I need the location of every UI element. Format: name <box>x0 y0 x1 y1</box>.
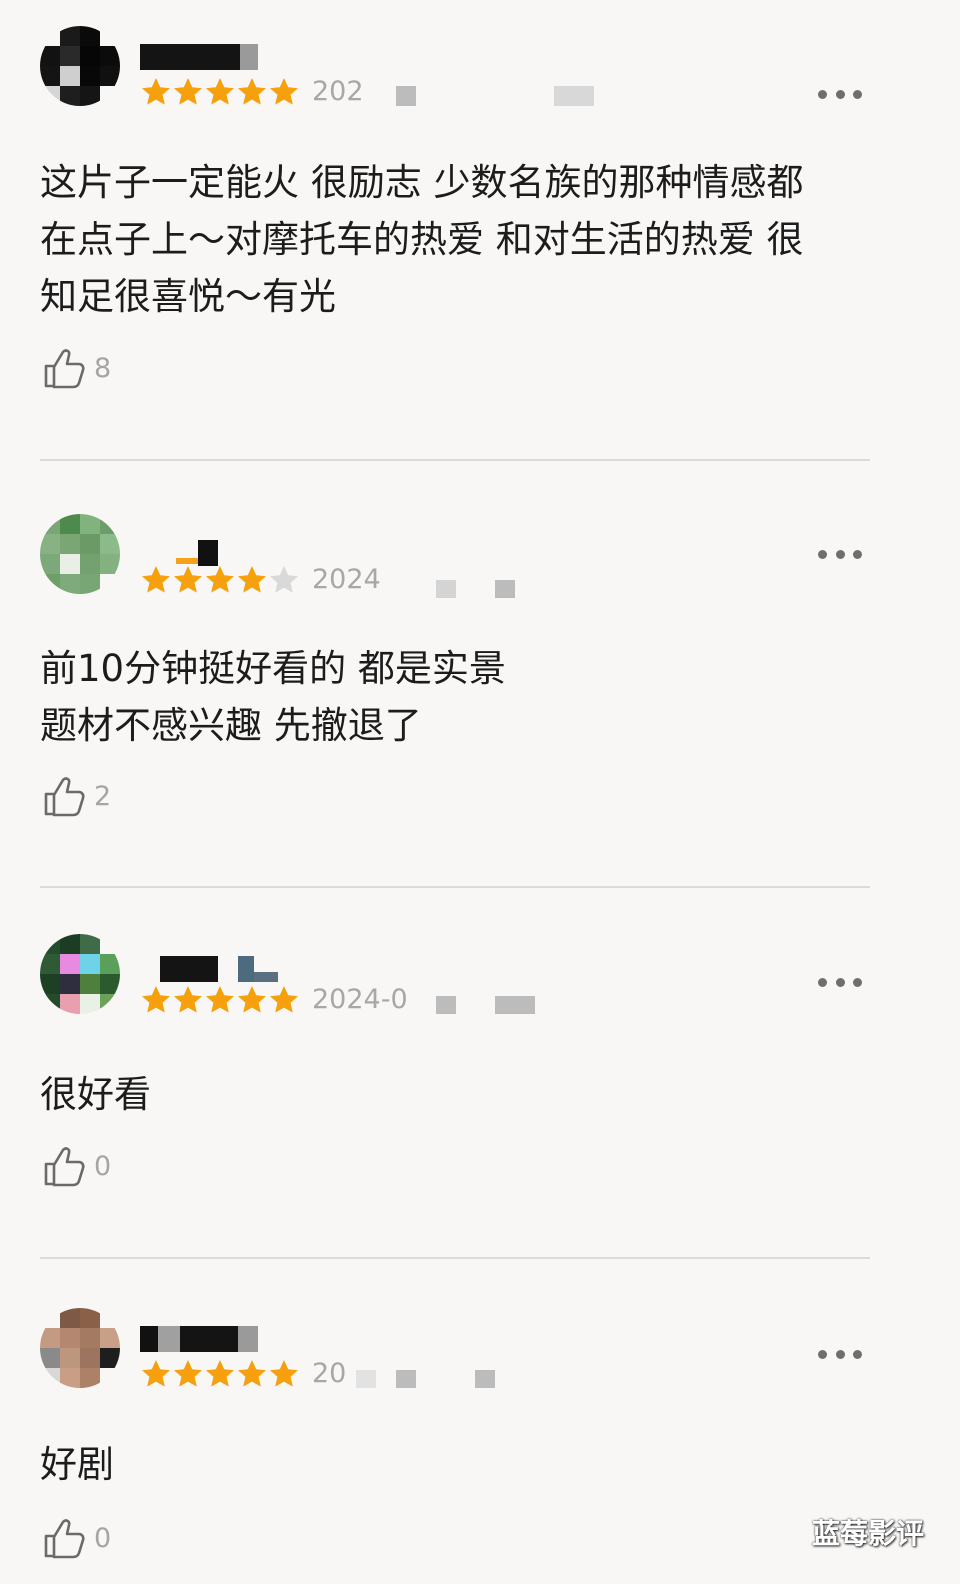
review-text: 很好看 <box>40 1073 151 1116</box>
more-dots-icon <box>853 89 862 99</box>
redacted-block <box>475 1370 495 1388</box>
star-rating <box>140 1356 300 1392</box>
redacted-block <box>396 1370 416 1388</box>
review-date: 20 <box>312 1358 347 1389</box>
like-button[interactable]: 8 <box>42 344 111 392</box>
star-icon <box>270 78 298 105</box>
review-text: 这片子一定能火 很励志 少数名族的那种情感都 在点子上～对摩托车的热爱 和对生活… <box>40 161 804 318</box>
avatar[interactable] <box>40 514 120 594</box>
more-options-button[interactable] <box>818 84 862 104</box>
star-icon <box>206 566 234 593</box>
more-dots-icon <box>853 549 862 559</box>
star-icon <box>142 986 170 1013</box>
redacted-block <box>436 996 456 1014</box>
star-icon <box>142 566 170 593</box>
more-dots-icon <box>818 1349 827 1359</box>
more-dots-icon <box>818 977 827 987</box>
star-icon <box>206 1360 234 1387</box>
star-icon <box>174 566 202 593</box>
review-date: 2024-0 <box>312 984 408 1015</box>
thumbs-up-icon <box>44 1519 85 1559</box>
review-item: 202 这片子一定能火 很励志 少数名族的那种情感都 在点子上～对摩托车的热爱 … <box>0 26 960 456</box>
more-dots-icon <box>818 549 827 559</box>
star-icon <box>174 1360 202 1387</box>
star-rating <box>140 562 300 598</box>
review-text: 前10分钟挺好看的 都是实景 题材不感兴趣 先撤退了 <box>40 647 506 747</box>
review-date: 2024 <box>312 564 381 595</box>
star-icon <box>238 1360 266 1387</box>
thumbs-up-icon <box>44 1147 85 1187</box>
redacted-block <box>356 1370 376 1388</box>
star-icon <box>270 986 298 1013</box>
like-count: 0 <box>94 1522 112 1554</box>
like-count: 0 <box>94 1150 112 1182</box>
like-button[interactable]: 2 <box>42 772 111 820</box>
divider <box>40 459 870 461</box>
star-rating <box>140 74 300 110</box>
username-redacted[interactable] <box>140 44 258 70</box>
star-icon <box>174 986 202 1013</box>
more-dots-icon <box>835 977 845 987</box>
like-button[interactable]: 0 <box>42 1514 111 1562</box>
star-icon <box>238 986 266 1013</box>
star-icon <box>270 1360 298 1387</box>
like-count: 8 <box>94 352 112 384</box>
redacted-block <box>436 580 456 598</box>
star-icon <box>174 78 202 105</box>
avatar[interactable] <box>40 26 120 106</box>
star-icon <box>206 986 234 1013</box>
star-icon <box>238 78 266 105</box>
divider <box>40 886 870 888</box>
review-text: 好剧 <box>40 1443 114 1486</box>
star-icon <box>270 566 298 593</box>
redacted-block <box>495 996 535 1014</box>
more-dots-icon <box>835 1349 845 1359</box>
avatar[interactable] <box>40 1308 120 1388</box>
like-button[interactable]: 0 <box>42 1142 111 1190</box>
redacted-block <box>396 86 416 106</box>
more-options-button[interactable] <box>818 544 862 564</box>
review-item: 2024-0 很好看 0 <box>0 934 960 1254</box>
more-options-button[interactable] <box>818 972 862 992</box>
review-date: 202 <box>312 76 364 107</box>
star-icon <box>206 78 234 105</box>
star-rating <box>140 982 300 1018</box>
redacted-block <box>554 86 594 106</box>
review-item: 2024 前10分钟挺好看的 都是实景 题材不感兴趣 先撤退了 2 <box>0 514 960 884</box>
divider <box>40 1257 870 1259</box>
more-dots-icon <box>835 89 845 99</box>
redacted-block <box>495 580 515 598</box>
more-dots-icon <box>835 549 845 559</box>
star-icon <box>142 78 170 105</box>
like-count: 2 <box>94 780 112 812</box>
watermark: 蓝莓影评 <box>812 1517 925 1550</box>
thumbs-up-icon <box>44 777 85 817</box>
more-options-button[interactable] <box>818 1344 862 1364</box>
star-icon <box>238 566 266 593</box>
username-redacted[interactable] <box>140 1326 258 1352</box>
star-icon <box>142 1360 170 1387</box>
thumbs-up-icon <box>44 349 85 389</box>
username-redacted[interactable] <box>160 956 278 982</box>
more-dots-icon <box>853 1349 862 1359</box>
more-dots-icon <box>853 977 862 987</box>
avatar[interactable] <box>40 934 120 1014</box>
more-dots-icon <box>818 89 827 99</box>
